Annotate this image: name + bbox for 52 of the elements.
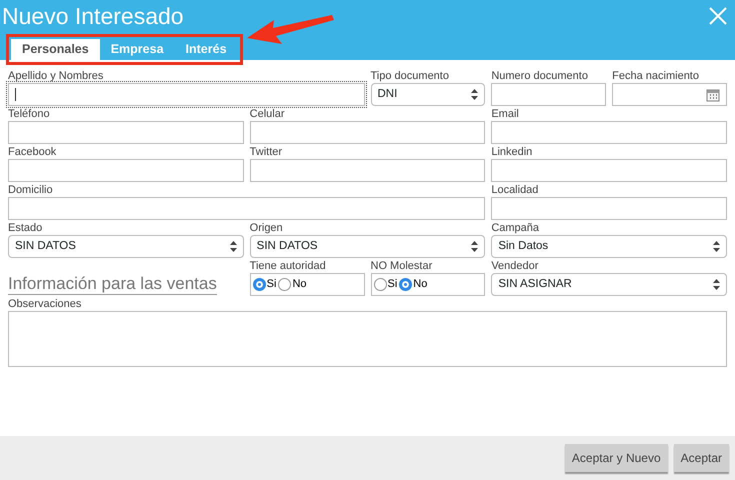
- field-label: Linkedin: [491, 145, 534, 159]
- radio-option[interactable]: Si: [252, 276, 278, 293]
- arrow-icon: [247, 15, 334, 44]
- field-label: Email: [491, 107, 520, 121]
- select-field[interactable]: SIN DATOS: [250, 235, 486, 258]
- input-field[interactable]: [8, 197, 486, 220]
- input-field[interactable]: [491, 197, 727, 220]
- sort-icon: [230, 241, 237, 252]
- field-label: Observaciones: [8, 297, 82, 311]
- field-label: Numero documento: [491, 69, 589, 83]
- field-label: Localidad: [491, 183, 540, 197]
- calendar-icon[interactable]: [706, 88, 720, 102]
- input-field[interactable]: [491, 83, 606, 106]
- sort-icon: [471, 241, 478, 252]
- field-label: Domicilio: [8, 183, 54, 197]
- field-label: Fecha nacimiento: [612, 69, 700, 83]
- tab[interactable]: Personales: [11, 39, 100, 60]
- field-label: Tipo documento: [370, 69, 450, 83]
- field-label: Estado: [8, 221, 44, 235]
- radio-option[interactable]: Si: [374, 276, 400, 293]
- input-field[interactable]: [8, 121, 244, 144]
- input-field[interactable]: [250, 159, 486, 182]
- input-field[interactable]: [491, 121, 727, 144]
- sort-icon: [713, 279, 720, 290]
- field-label: Twitter: [250, 145, 284, 159]
- radio-option[interactable]: No: [278, 276, 308, 293]
- field-label: NO Molestar: [370, 259, 434, 273]
- select-field[interactable]: SIN DATOS: [8, 235, 244, 258]
- section-heading: Información para las ventas: [8, 274, 217, 295]
- field-label: Teléfono: [8, 107, 51, 121]
- sort-icon: [471, 89, 478, 100]
- text-area[interactable]: [8, 311, 727, 367]
- footer-button[interactable]: Aceptar y Nuevo: [564, 444, 668, 472]
- date-field[interactable]: [612, 83, 727, 106]
- field-label: Facebook: [8, 145, 58, 159]
- select-field[interactable]: SIN ASIGNAR: [491, 273, 727, 296]
- field-label: Campaña: [491, 221, 540, 235]
- window-title: Nuevo Interesado: [2, 2, 184, 30]
- field-label: Origen: [250, 221, 284, 235]
- input-field[interactable]: [491, 159, 727, 182]
- select-field[interactable]: DNI: [370, 83, 486, 106]
- field-label: Vendedor: [491, 259, 540, 273]
- footer-button[interactable]: Aceptar: [674, 444, 729, 472]
- field-label: Apellido y Nombres: [8, 69, 104, 83]
- field-label: Tiene autoridad: [250, 259, 327, 273]
- radio-option[interactable]: No: [399, 276, 430, 293]
- sort-icon: [713, 241, 720, 252]
- input-field[interactable]: [250, 121, 486, 144]
- field-label: Celular: [250, 107, 286, 121]
- select-field[interactable]: Sin Datos: [491, 235, 727, 258]
- input-field[interactable]: [8, 159, 244, 182]
- input-field[interactable]: [8, 83, 364, 106]
